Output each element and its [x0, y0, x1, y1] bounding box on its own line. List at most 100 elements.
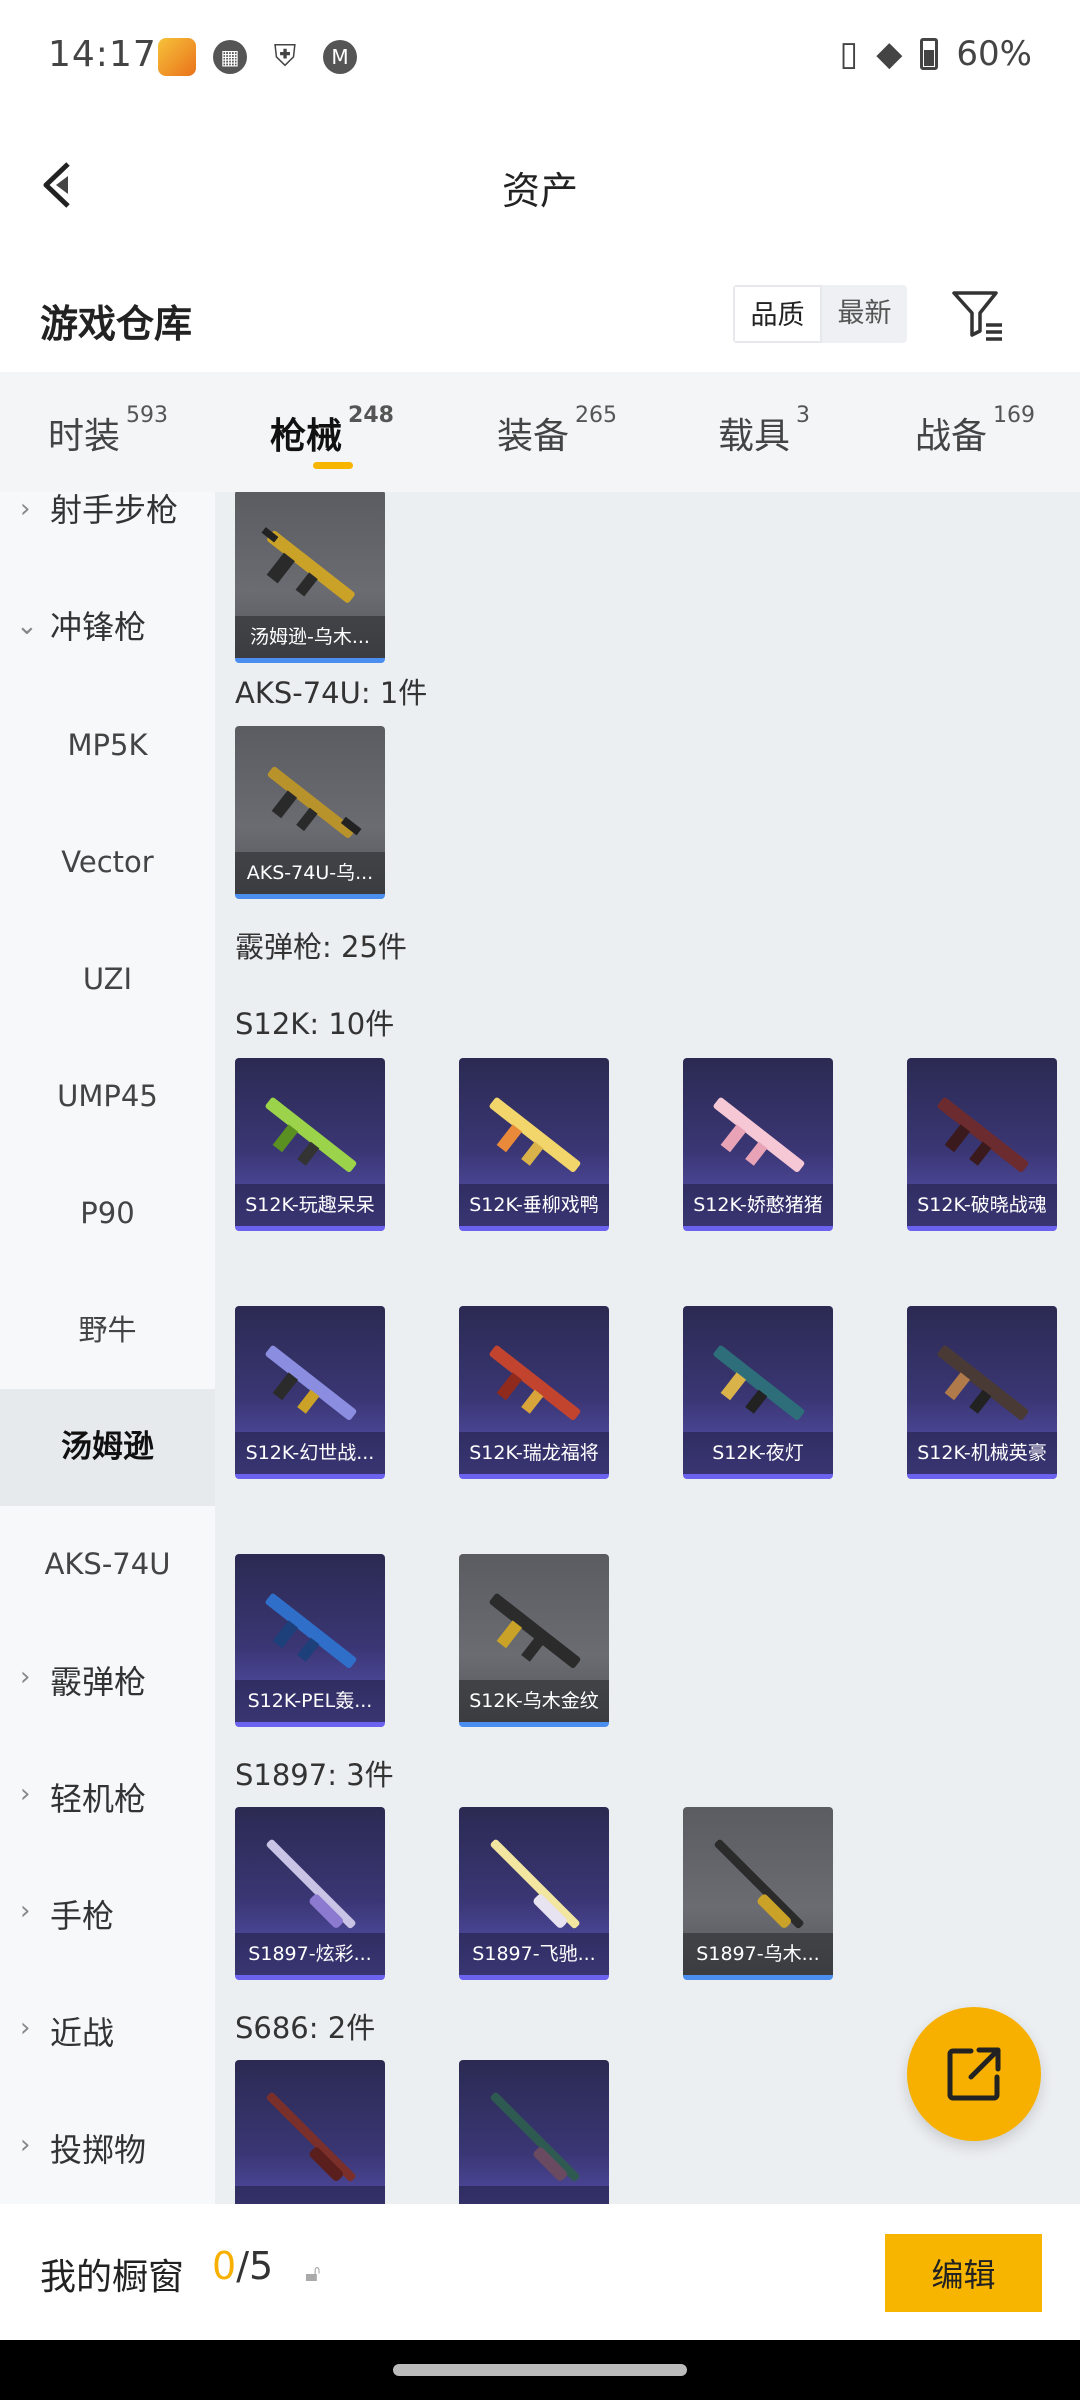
gun-icon	[489, 1345, 581, 1420]
gun-icon	[937, 1097, 1029, 1172]
warehouse-title: 游戏仓库	[40, 302, 193, 346]
item-name: S12K-幻世战...	[235, 1432, 385, 1474]
item-card[interactable]: S12K-夜灯	[683, 1306, 833, 1479]
item-card[interactable]: S12K-PEL轰...	[235, 1554, 385, 1727]
item-name: S12K-PEL轰...	[235, 1680, 385, 1722]
chevron-right-icon: ›	[20, 1662, 31, 1692]
shield-icon: ⛨	[268, 40, 302, 74]
sort-quality-button[interactable]: 品质	[733, 285, 822, 343]
weapon-category-sidebar: › 射手步枪 ⌄ 冲锋枪 MP5K Vector UZI UMP45 P90 野…	[0, 492, 215, 2204]
item-card[interactable]	[235, 2060, 385, 2204]
battery-level: 60%	[956, 34, 1032, 74]
warehouse-header: 游戏仓库 品质 最新	[0, 257, 1080, 372]
gun-icon	[490, 2092, 580, 2182]
home-handle[interactable]	[393, 2364, 687, 2376]
gun-icon	[266, 1839, 356, 1929]
vibrate-icon: ▯	[839, 34, 859, 74]
system-nav-bar	[0, 2340, 1080, 2400]
sidebar-item-melee[interactable]: › 近战	[0, 2013, 215, 2130]
gun-icon	[937, 1345, 1029, 1420]
item-name: 汤姆逊-乌木...	[235, 616, 385, 658]
item-card[interactable]: 汤姆逊-乌木...	[235, 492, 385, 663]
page-title: 资产	[501, 169, 578, 213]
gun-icon	[267, 766, 362, 838]
item-card[interactable]: S12K-瑞龙福将	[459, 1306, 609, 1479]
gun-icon	[713, 1097, 805, 1172]
tab-firearms[interactable]: 枪械248	[270, 403, 394, 459]
external-link-icon	[947, 2047, 1001, 2101]
sidebar-item-shotgun[interactable]: › 霰弹枪	[0, 1662, 215, 1779]
tab-fashion[interactable]: 时装593	[48, 403, 168, 459]
item-name: S12K-瑞龙福将	[459, 1432, 609, 1474]
game-app-icon	[158, 38, 196, 76]
section-header: S1897: 3件	[235, 1758, 394, 1792]
sort-newest-button[interactable]: 最新	[822, 285, 907, 343]
app-header: 资产	[0, 112, 1080, 257]
wifi-icon: ◆	[876, 34, 903, 74]
item-name: S12K-垂柳戏鸭	[459, 1184, 609, 1226]
chevron-right-icon: ›	[20, 2130, 31, 2160]
section-header: S686: 2件	[235, 2011, 376, 2045]
sidebar-sub-vector[interactable]: Vector	[0, 804, 215, 921]
item-name	[459, 2186, 609, 2204]
showcase-bar: 我的橱窗 0/5 🔓︎ 编辑	[0, 2204, 1080, 2340]
gun-icon	[489, 1097, 581, 1172]
sidebar-sub-p90[interactable]: P90	[0, 1155, 215, 1272]
category-tabs: 时装593 枪械248 装备265 载具3 战备169	[0, 372, 1080, 492]
item-card[interactable]: S12K-乌木金纹	[459, 1554, 609, 1727]
item-name: AKS-74U-乌...	[235, 852, 385, 894]
sidebar-sub-aks74u[interactable]: AKS-74U	[0, 1506, 215, 1623]
sidebar-sub-mp5k[interactable]: MP5K	[0, 687, 215, 804]
item-card[interactable]: S12K-玩趣呆呆	[235, 1058, 385, 1231]
item-card[interactable]: S12K-垂柳戏鸭	[459, 1058, 609, 1231]
item-name: S1897-乌木...	[683, 1933, 833, 1975]
item-name: S12K-夜灯	[683, 1432, 833, 1474]
gun-icon	[266, 2092, 356, 2182]
sidebar-item-lmg[interactable]: › 轻机枪	[0, 1779, 215, 1896]
item-name: S12K-娇憨猪猪	[683, 1184, 833, 1226]
filter-icon[interactable]	[950, 287, 1006, 343]
item-name: S12K-乌木金纹	[459, 1680, 609, 1722]
chevron-down-icon: ⌄	[16, 611, 38, 641]
sidebar-item-pistol[interactable]: › 手枪	[0, 1896, 215, 2013]
item-card[interactable]: S1897-飞驰...	[459, 1807, 609, 1980]
tab-vehicles[interactable]: 载具3	[718, 403, 810, 459]
status-time: 14:17	[48, 34, 157, 75]
item-name: S1897-炫彩...	[235, 1933, 385, 1975]
item-card[interactable]: AKS-74U-乌...	[235, 726, 385, 899]
item-name: S12K-破晓战魂	[907, 1184, 1057, 1226]
share-button[interactable]	[907, 2007, 1041, 2141]
chevron-right-icon: ›	[20, 2013, 31, 2043]
item-grid: AKS-74U: 1件 霰弹枪: 25件 S12K: 10件 S1897: 3件…	[215, 492, 1080, 2204]
active-tab-indicator	[313, 462, 353, 469]
chevron-right-icon: ›	[20, 1896, 31, 1926]
item-card[interactable]: S12K-破晓战魂	[907, 1058, 1057, 1231]
sidebar-item-throwable[interactable]: › 投掷物	[0, 2130, 215, 2204]
sidebar-sub-bizon[interactable]: 野牛	[0, 1272, 215, 1389]
item-card[interactable]: S12K-幻世战...	[235, 1306, 385, 1479]
gun-icon	[490, 1839, 580, 1929]
sidebar-sub-thompson[interactable]: 汤姆逊	[0, 1389, 215, 1506]
gun-icon	[265, 1097, 357, 1172]
battery-icon	[920, 38, 939, 70]
item-card[interactable]: S12K-机械英豪	[907, 1306, 1057, 1479]
item-name: S12K-机械英豪	[907, 1432, 1057, 1474]
tab-equipment[interactable]: 装备265	[497, 403, 617, 459]
item-card[interactable]: S1897-乌木...	[683, 1807, 833, 1980]
gun-icon	[265, 1345, 357, 1420]
status-right: ▯ ◆ 60%	[840, 34, 1032, 74]
tab-supplies[interactable]: 战备169	[915, 403, 1035, 459]
item-card[interactable]	[459, 2060, 609, 2204]
gun-icon	[265, 1593, 357, 1668]
item-name: S12K-玩趣呆呆	[235, 1184, 385, 1226]
sidebar-sub-ump45[interactable]: UMP45	[0, 1038, 215, 1155]
sidebar-sub-uzi[interactable]: UZI	[0, 921, 215, 1038]
section-header: S12K: 10件	[235, 1007, 395, 1041]
item-card[interactable]: S12K-娇憨猪猪	[683, 1058, 833, 1231]
lock-icon: 🔓︎	[305, 2259, 321, 2287]
sidebar-item-marksman-rifle[interactable]: › 射手步枪	[0, 492, 215, 607]
item-card[interactable]: S1897-炫彩...	[235, 1807, 385, 1980]
edit-button[interactable]: 编辑	[885, 2234, 1042, 2312]
calendar-icon: ▦	[213, 40, 247, 74]
showcase-count: 0/5	[212, 2244, 274, 2288]
